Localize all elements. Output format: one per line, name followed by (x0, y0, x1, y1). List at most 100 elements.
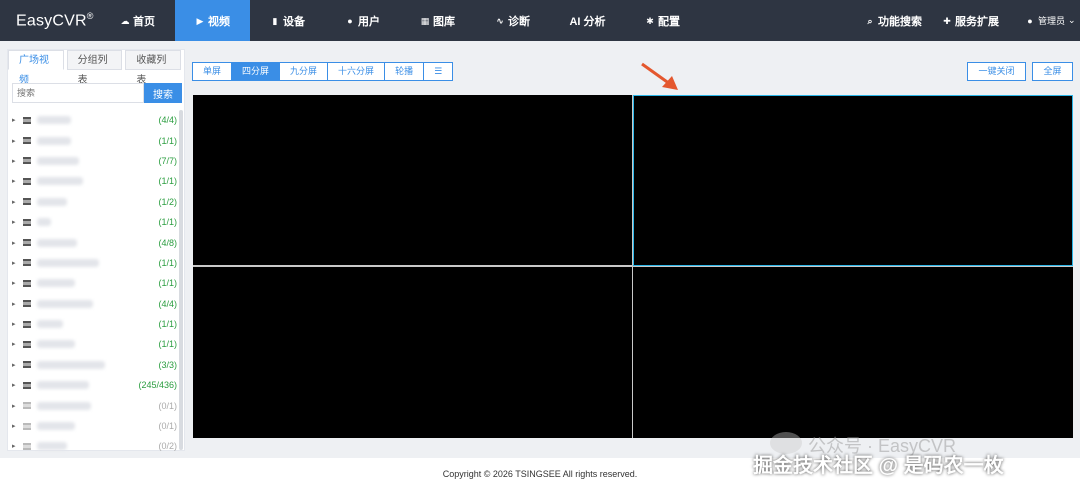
device-group-row[interactable]: ▸ (1/1) (8, 273, 185, 293)
video-pane-1[interactable] (193, 95, 632, 265)
app-name: EasyCVR (16, 12, 87, 30)
nav-item-2[interactable]: ▮ 设备 (250, 0, 325, 41)
nav-item-0[interactable]: ☁ 首页 (100, 0, 175, 41)
server-icon (23, 422, 31, 430)
device-group-row[interactable]: ▸ (1/2) (8, 192, 185, 212)
redacted-group-name (37, 156, 79, 165)
expand-caret-icon[interactable]: ▸ (12, 259, 20, 267)
expand-caret-icon[interactable]: ▸ (12, 279, 20, 287)
layout-button-4[interactable]: 轮播 (384, 62, 425, 81)
redacted-group-name (37, 136, 71, 145)
nav-item-label: 设备 (283, 15, 305, 28)
nav-item-3[interactable]: ● 用户 (325, 0, 400, 41)
nav-item-6[interactable]: AI 分析 (550, 0, 625, 41)
nav-item-1[interactable]: ▶ 视频 (175, 0, 250, 41)
server-icon (23, 361, 31, 369)
server-icon (23, 218, 31, 226)
layout-button-3[interactable]: 十六分屏 (327, 62, 386, 81)
expand-caret-icon[interactable]: ▸ (12, 198, 20, 206)
nav-item-5[interactable]: ∿ 诊断 (475, 0, 550, 41)
search-input[interactable] (12, 83, 144, 103)
expand-caret-icon[interactable]: ▸ (12, 137, 20, 145)
device-group-row[interactable]: ▸ (4/4) (8, 294, 185, 314)
server-icon (23, 157, 31, 165)
gear-icon: ✱ (646, 15, 654, 26)
device-group-row[interactable]: ▸ (1/1) (8, 253, 185, 273)
device-group-row[interactable]: ▸ (0/1) (8, 395, 185, 415)
expand-caret-icon[interactable]: ▸ (12, 218, 20, 226)
nav-item-4[interactable]: ▦ 图库 (400, 0, 475, 41)
device-sidebar: 广场视频分组列表收藏列表 搜索 ▸ (4/4) ▸ (1/1) ▸ (7/7) ▸ (1/1)… (7, 49, 185, 451)
channel-count: (7/7) (158, 155, 177, 166)
channel-count: (1/2) (158, 196, 177, 207)
expand-caret-icon[interactable]: ▸ (12, 422, 20, 430)
nav-item-label: 用户 (358, 15, 380, 28)
sidebar-tab-2[interactable]: 收藏列表 (125, 50, 182, 86)
redacted-group-name (37, 340, 75, 349)
layout-button-0[interactable]: 单屏 (192, 62, 233, 81)
expand-caret-icon[interactable]: ▸ (12, 177, 20, 185)
expand-caret-icon[interactable]: ▸ (12, 157, 20, 165)
registered-mark: ® (86, 11, 94, 21)
video-pane-2-selected[interactable] (633, 95, 1073, 266)
expand-caret-icon[interactable]: ▸ (12, 442, 20, 450)
service-extend-label: 服务扩展 (955, 15, 999, 28)
device-group-row[interactable]: ▸ (1/1) (8, 171, 185, 191)
device-group-row[interactable]: ▸ (4/8) (8, 232, 185, 252)
fullscreen-button[interactable]: 全屏 (1032, 62, 1073, 81)
expand-caret-icon[interactable]: ▸ (12, 381, 20, 389)
server-icon (23, 279, 31, 287)
server-icon (23, 442, 31, 450)
search-button[interactable]: 搜索 (144, 83, 182, 103)
expand-caret-icon[interactable]: ▸ (12, 239, 20, 247)
device-group-row[interactable]: ▸ (0/2) (8, 436, 185, 456)
device-group-row[interactable]: ▸ (1/1) (8, 314, 185, 334)
stack-layout-button[interactable]: ☰ (423, 62, 454, 81)
server-icon (23, 116, 31, 124)
device-group-row[interactable]: ▸ (7/7) (8, 151, 185, 171)
nav-item-7[interactable]: ✱ 配置 (625, 0, 700, 41)
device-group-row[interactable]: ▸ (3/3) (8, 355, 185, 375)
expand-caret-icon[interactable]: ▸ (12, 361, 20, 369)
top-navigation-bar: EasyCVR® ☁ 首页 ▶ 视频 ▮ 设备 ● 用户 ▦ 图库 ∿ 诊断 AI 分析 ✱ 配置 ⌕ 功能搜… (0, 0, 1080, 41)
device-group-row[interactable]: ▸ (4/4) (8, 110, 185, 130)
sidebar-tab-0[interactable]: 广场视频 (8, 50, 64, 86)
device-group-row[interactable]: ▸ (1/1) (8, 334, 185, 354)
server-icon (23, 198, 31, 206)
device-group-row[interactable]: ▸ (1/1) (8, 130, 185, 150)
channel-count: (4/4) (158, 298, 177, 309)
service-extend-button[interactable]: ✚ 服务扩展 (942, 0, 999, 41)
device-group-row[interactable]: ▸ (1/1) (8, 212, 185, 232)
device-icon: ▮ (272, 15, 278, 26)
sidebar-tab-1[interactable]: 分组列表 (66, 50, 123, 86)
redacted-group-name (37, 381, 89, 390)
channel-count: (1/1) (158, 217, 177, 228)
device-group-row[interactable]: ▸ (0/1) (8, 416, 185, 436)
redacted-group-name (37, 320, 63, 329)
app-logo[interactable]: EasyCVR® (16, 11, 94, 30)
expand-caret-icon[interactable]: ▸ (12, 340, 20, 348)
user-menu[interactable]: ● 管理员 ⌄ (1025, 0, 1075, 41)
channel-count: (0/1) (158, 421, 177, 432)
video-pane-3[interactable] (193, 267, 632, 438)
expand-caret-icon[interactable]: ▸ (12, 402, 20, 410)
channel-count: (0/2) (158, 441, 177, 452)
nav-item-label: 视频 (208, 15, 230, 28)
redacted-group-name (37, 258, 99, 267)
redacted-group-name (37, 116, 71, 125)
feature-search-button[interactable]: ⌕ 功能搜索 (865, 0, 922, 41)
expand-caret-icon[interactable]: ▸ (12, 320, 20, 328)
expand-caret-icon[interactable]: ▸ (12, 300, 20, 308)
user-icon: ● (347, 15, 353, 26)
nav-item-label: 首页 (133, 15, 155, 28)
close-all-button[interactable]: 一键关闭 (967, 62, 1026, 81)
channel-count: (4/4) (158, 115, 177, 126)
device-group-row[interactable]: ▸ (245/436) (8, 375, 185, 395)
layout-button-1[interactable]: 四分屏 (231, 62, 281, 81)
expand-caret-icon[interactable]: ▸ (12, 116, 20, 124)
video-pane-4[interactable] (633, 267, 1073, 438)
redacted-group-name (37, 177, 83, 186)
tree-scrollbar[interactable] (179, 110, 183, 450)
channel-count: (245/436) (138, 380, 177, 391)
layout-button-2[interactable]: 九分屏 (279, 62, 329, 81)
